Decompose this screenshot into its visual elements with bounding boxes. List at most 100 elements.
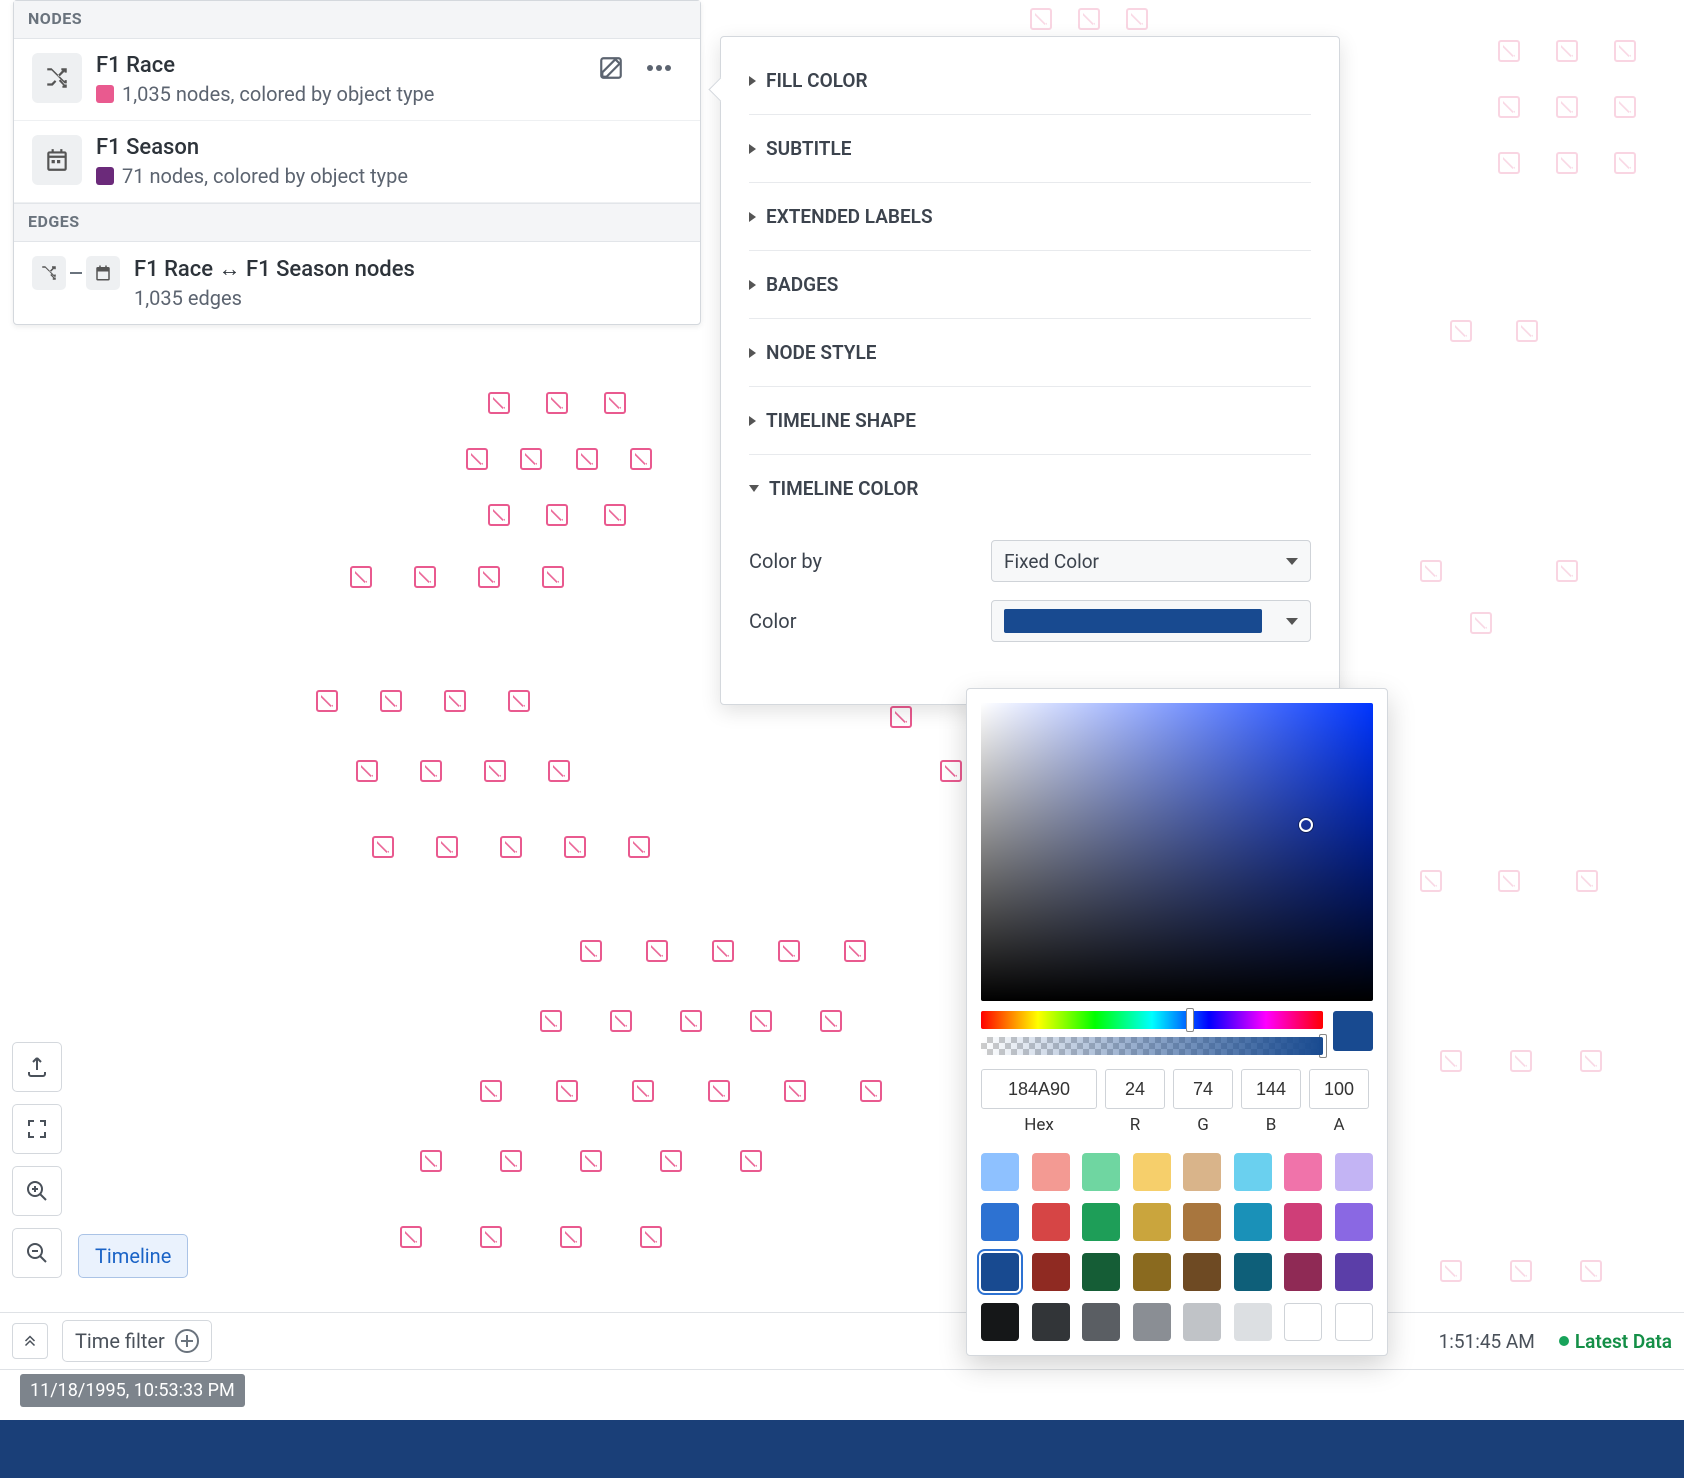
swatch[interactable] [1284, 1153, 1322, 1191]
swatch[interactable] [1183, 1303, 1221, 1341]
swatch[interactable] [1234, 1303, 1272, 1341]
caret-down-icon [749, 485, 759, 492]
swatch[interactable] [1183, 1153, 1221, 1191]
time-filter-button[interactable]: Time filter [62, 1320, 212, 1362]
color-select[interactable] [991, 600, 1311, 642]
hex-input[interactable] [981, 1069, 1097, 1109]
swatch[interactable] [1335, 1153, 1373, 1191]
color-by-label: Color by [749, 549, 879, 573]
swatch[interactable] [1082, 1253, 1120, 1291]
swatch[interactable] [1133, 1303, 1171, 1341]
timeline-band[interactable] [0, 1420, 1684, 1478]
color-chip [96, 85, 114, 103]
swatch[interactable] [981, 1253, 1019, 1291]
swatch[interactable] [1335, 1203, 1373, 1241]
swatch[interactable] [1335, 1253, 1373, 1291]
timeline-ruler[interactable]: 11/18/1995, 10:53:33 PM [0, 1370, 1684, 1420]
section-label: NODE STYLE [766, 341, 876, 364]
color-picker: Hex R G B A [966, 688, 1388, 1356]
zoom-out-button[interactable] [12, 1228, 62, 1278]
fullscreen-button[interactable] [12, 1104, 62, 1154]
swatch[interactable] [1133, 1253, 1171, 1291]
swatch[interactable] [1032, 1203, 1070, 1241]
section-timeline-color[interactable]: TIMELINE COLOR [749, 455, 1311, 522]
swatch[interactable] [1133, 1203, 1171, 1241]
section-label: SUBTITLE [766, 137, 851, 160]
edge-layer-row[interactable]: F1 Race ↔ F1 Season nodes 1,035 edges [14, 242, 700, 324]
edge-subtitle: 1,035 edges [134, 286, 242, 310]
caret-right-icon [749, 212, 756, 222]
calendar-icon [32, 135, 82, 185]
edge-icons [32, 256, 120, 290]
swatch[interactable] [981, 1153, 1019, 1191]
swatch[interactable] [1032, 1303, 1070, 1341]
latest-data-badge[interactable]: Latest Data [1559, 1330, 1672, 1353]
swatch[interactable] [1183, 1253, 1221, 1291]
node-layer-row[interactable]: F1 Race 1,035 nodes, colored by object t… [14, 39, 700, 121]
start-timestamp-badge: 11/18/1995, 10:53:33 PM [20, 1374, 245, 1407]
a-input[interactable] [1309, 1069, 1369, 1109]
swatch[interactable] [1284, 1303, 1322, 1341]
saturation-knob[interactable] [1299, 818, 1313, 832]
b-input[interactable] [1241, 1069, 1301, 1109]
timeline-toolbar: Time filter 1:51:45 AM Latest Data [0, 1312, 1684, 1370]
time-filter-label: Time filter [75, 1329, 165, 1353]
swatch[interactable] [1335, 1303, 1373, 1341]
nodes-header: NODES [14, 1, 700, 39]
caret-right-icon [749, 416, 756, 426]
layers-panel: NODES F1 Race 1,035 nodes, colored by ob… [13, 0, 701, 325]
swatch[interactable] [981, 1303, 1019, 1341]
swatch-grid [981, 1153, 1373, 1341]
chevron-down-icon [1286, 558, 1298, 565]
swatch[interactable] [1234, 1153, 1272, 1191]
alpha-knob[interactable] [1319, 1034, 1327, 1058]
section-fill-color[interactable]: FILL COLOR [749, 47, 1311, 114]
shuffle-icon [32, 53, 82, 103]
swatch[interactable] [1183, 1203, 1221, 1241]
swatch[interactable] [1032, 1153, 1070, 1191]
alpha-slider[interactable] [981, 1037, 1323, 1055]
swatch[interactable] [1082, 1203, 1120, 1241]
g-label: G [1197, 1115, 1209, 1135]
color-label: Color [749, 609, 879, 633]
swatch[interactable] [1234, 1203, 1272, 1241]
collapse-button[interactable] [12, 1323, 48, 1359]
map-toolbar [12, 1042, 62, 1278]
swatch[interactable] [1082, 1153, 1120, 1191]
edit-icon[interactable] [596, 53, 626, 83]
section-badges[interactable]: BADGES [749, 251, 1311, 318]
node-layer-row[interactable]: F1 Season 71 nodes, colored by object ty… [14, 121, 700, 203]
section-node-style[interactable]: NODE STYLE [749, 319, 1311, 386]
swatch[interactable] [1133, 1153, 1171, 1191]
r-input[interactable] [1105, 1069, 1165, 1109]
status-dot-icon [1559, 1336, 1569, 1346]
more-icon[interactable] [644, 53, 674, 83]
style-flyout: FILL COLOR SUBTITLE EXTENDED LABELS BADG… [720, 36, 1340, 705]
swatch[interactable] [1234, 1253, 1272, 1291]
hue-slider[interactable] [981, 1011, 1323, 1029]
swatch[interactable] [1032, 1253, 1070, 1291]
saturation-field[interactable] [981, 703, 1373, 1001]
node-subtitle: 1,035 nodes, colored by object type [122, 82, 434, 106]
color-by-select[interactable]: Fixed Color [991, 540, 1311, 582]
section-label: TIMELINE SHAPE [766, 409, 916, 432]
hue-knob[interactable] [1186, 1008, 1194, 1032]
timeline-toggle[interactable]: Timeline [78, 1234, 188, 1278]
swatch[interactable] [981, 1203, 1019, 1241]
section-extended-labels[interactable]: EXTENDED LABELS [749, 183, 1311, 250]
swatch[interactable] [1284, 1253, 1322, 1291]
section-subtitle[interactable]: SUBTITLE [749, 115, 1311, 182]
select-value: Fixed Color [1004, 550, 1099, 573]
swatch[interactable] [1082, 1303, 1120, 1341]
a-label: A [1333, 1115, 1344, 1135]
section-label: BADGES [766, 273, 838, 296]
export-button[interactable] [12, 1042, 62, 1092]
b-label: B [1266, 1115, 1277, 1135]
caret-right-icon [749, 144, 756, 154]
section-timeline-shape[interactable]: TIMELINE SHAPE [749, 387, 1311, 454]
g-input[interactable] [1173, 1069, 1233, 1109]
swatch[interactable] [1284, 1203, 1322, 1241]
zoom-in-button[interactable] [12, 1166, 62, 1216]
node-title: F1 Season [96, 135, 682, 160]
plus-circle-icon [175, 1329, 199, 1353]
